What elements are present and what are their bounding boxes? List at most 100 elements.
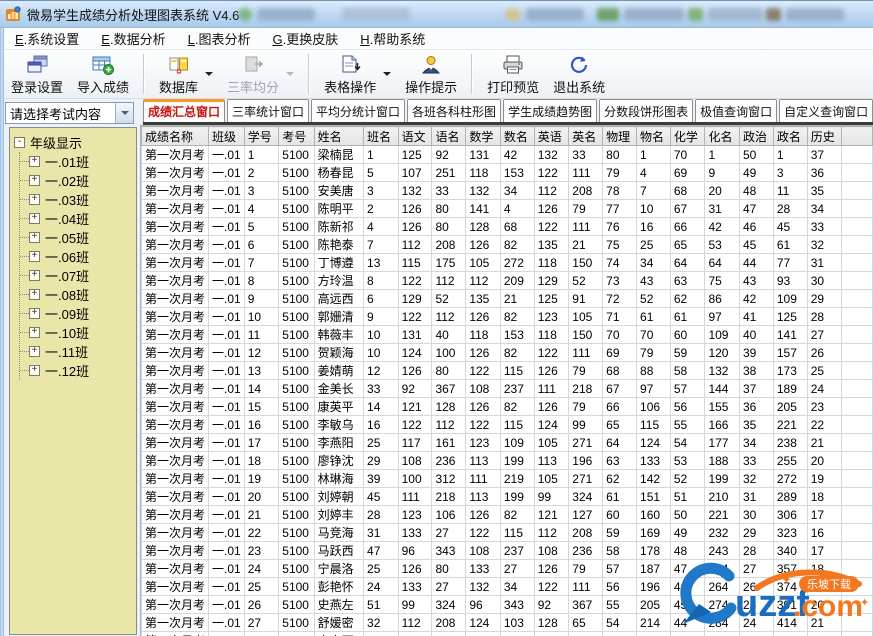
table-row[interactable]: 第一次月考一.0145100陈明平21268014141267977106731…: [142, 200, 873, 218]
table-row[interactable]: 第一次月考一.01255100彭艳怀2413327132341221115619…: [142, 578, 873, 596]
print-preview-button[interactable]: 打印预览: [481, 52, 545, 97]
column-header[interactable]: 语名: [432, 127, 466, 146]
column-header[interactable]: 数学: [466, 127, 501, 146]
tree-item-class[interactable]: + 一.12班: [20, 361, 134, 380]
chevron-down-icon[interactable]: [383, 72, 391, 80]
table-row[interactable]: 第一次月考一.01265100史燕左5199324963439236755205…: [142, 596, 873, 614]
tab[interactable]: 成绩汇总窗口: [143, 99, 225, 122]
expand-plus-icon[interactable]: +: [29, 308, 40, 319]
collapse-minus-icon[interactable]: -: [14, 137, 25, 148]
tab[interactable]: 三率统计窗口: [227, 99, 309, 122]
column-header[interactable]: 学号: [244, 127, 279, 146]
table-row[interactable]: 第一次月考一.01195100林琳海3910031211121910527162…: [142, 470, 873, 488]
table-row[interactable]: 第一次月考一.01135100姜婧萌1212680122115126796888…: [142, 362, 873, 380]
expand-plus-icon[interactable]: +: [29, 289, 40, 300]
tab[interactable]: 自定义查询窗口: [779, 99, 873, 122]
chevron-down-icon[interactable]: [205, 72, 213, 80]
tree-item-label[interactable]: 一.08班: [45, 285, 89, 304]
tree-item-label[interactable]: 一.12班: [45, 361, 89, 380]
column-header[interactable]: 物名: [637, 127, 671, 146]
expand-plus-icon[interactable]: +: [29, 175, 40, 186]
tree-item-class[interactable]: + 一.09班: [20, 304, 134, 323]
table-row[interactable]: 第一次月考一.0175100丁博遵13115175105272118150743…: [142, 254, 873, 272]
table-row[interactable]: 第一次月考一.01275100舒媛密3211220812410312865542…: [142, 614, 873, 632]
expand-plus-icon[interactable]: +: [29, 346, 40, 357]
table-row[interactable]: 第一次月考一.01145100金美长3392367108237111218679…: [142, 380, 873, 398]
table-row[interactable]: 第一次月考一.01125100贺颖海1012410012682122111697…: [142, 344, 873, 362]
tree-item-label[interactable]: 一.05班: [45, 228, 89, 247]
expand-plus-icon[interactable]: +: [29, 365, 40, 376]
tree-item-class[interactable]: + 一.06班: [20, 247, 134, 266]
column-header[interactable]: 化学: [670, 127, 705, 146]
expand-plus-icon[interactable]: +: [29, 156, 40, 167]
tree-item-label[interactable]: 一.09班: [45, 304, 89, 323]
tab[interactable]: 各班各科柱形图: [407, 99, 501, 122]
column-header[interactable]: 考号: [279, 127, 314, 146]
tree-root-label[interactable]: 年级显示: [30, 133, 82, 152]
table-row[interactable]: 第一次月考一.0125100杨春昆51072511181531221117946…: [142, 164, 873, 182]
menu-item[interactable]: L.图表分析: [177, 27, 262, 50]
column-header[interactable]: 语文: [398, 127, 432, 146]
table-row[interactable]: 第一次月考一.0135100安美唐31323313234112208787682…: [142, 182, 873, 200]
tree-item-label[interactable]: 一.03班: [45, 190, 89, 209]
expand-plus-icon[interactable]: +: [29, 327, 40, 338]
tree-item-label[interactable]: 一.06班: [45, 247, 89, 266]
tab[interactable]: 分数段饼形图表: [599, 99, 693, 122]
table-row[interactable]: 第一次月考一.01285100宁京石4310823613311511319653…: [142, 632, 873, 636]
table-row[interactable]: 第一次月考一.01215100刘婷丰2812310612682121127601…: [142, 506, 873, 524]
table-row[interactable]: 第一次月考一.01105100郭姗清9122112126821231057161…: [142, 308, 873, 326]
import-scores-button[interactable]: 导入成绩: [71, 52, 135, 97]
exit-system-button[interactable]: 退出系统: [547, 52, 611, 97]
expand-plus-icon[interactable]: +: [29, 194, 40, 205]
column-header[interactable]: 班名: [364, 127, 399, 146]
menu-item[interactable]: E.系统设置: [4, 27, 90, 50]
column-header[interactable]: 英名: [569, 127, 603, 146]
table-row[interactable]: 第一次月考一.01185100廖铮沈2910823611319911319663…: [142, 452, 873, 470]
column-header[interactable]: 英语: [534, 127, 569, 146]
operation-tips-button[interactable]: 操作提示: [399, 52, 463, 97]
column-header[interactable]: 政治: [740, 127, 774, 146]
column-header[interactable]: 历史: [807, 127, 842, 146]
tab[interactable]: 平均分统计窗口: [311, 99, 405, 122]
table-row[interactable]: 第一次月考一.01165100李敏乌1612211212211512499651…: [142, 416, 873, 434]
exam-select[interactable]: 请选择考试内容: [5, 102, 134, 124]
tree-item-class[interactable]: + 一.01班: [20, 152, 134, 171]
menu-item[interactable]: H.帮助系统: [349, 27, 436, 50]
table-row[interactable]: 第一次月考一.01205100刘婷朝4511121811319999324611…: [142, 488, 873, 506]
menu-item[interactable]: G.更换皮肤: [261, 27, 349, 50]
tree-item-class[interactable]: + 一.08班: [20, 285, 134, 304]
tree-item-label[interactable]: 一.02班: [45, 171, 89, 190]
tree-item-label[interactable]: 一.10班: [45, 323, 89, 342]
table-operations-button[interactable]: 表格操作: [318, 52, 397, 97]
tree-item-class[interactable]: + 一.07班: [20, 266, 134, 285]
table-row[interactable]: 第一次月考一.0155100陈新祁41268012868122111761666…: [142, 218, 873, 236]
table-row[interactable]: 第一次月考一.01235100马跃西4796343108237108236581…: [142, 542, 873, 560]
column-header[interactable]: [842, 127, 873, 146]
tree-item-class[interactable]: + 一.10班: [20, 323, 134, 342]
table-row[interactable]: 第一次月考一.01225100马竞海3113327122115112208591…: [142, 524, 873, 542]
expand-plus-icon[interactable]: +: [29, 213, 40, 224]
table-row[interactable]: 第一次月考一.0115100梁楠昆11259213142132338017015…: [142, 146, 873, 164]
tree-item-class[interactable]: + 一.05班: [20, 228, 134, 247]
menu-item[interactable]: E.数据分析: [90, 27, 176, 50]
tree-item-class[interactable]: + 一.02班: [20, 171, 134, 190]
tab[interactable]: 极值查询窗口: [695, 99, 777, 122]
table-row[interactable]: 第一次月考一.0165100陈艳泰71122081268213521752565…: [142, 236, 873, 254]
table-row[interactable]: 第一次月考一.0195100高远西61295213521125917252628…: [142, 290, 873, 308]
tree-item-class[interactable]: + 一.03班: [20, 190, 134, 209]
column-header[interactable]: 化名: [705, 127, 740, 146]
expand-plus-icon[interactable]: +: [29, 232, 40, 243]
tree-item-class[interactable]: + 一.04班: [20, 209, 134, 228]
expand-plus-icon[interactable]: +: [29, 270, 40, 281]
expand-plus-icon[interactable]: +: [29, 251, 40, 262]
table-row[interactable]: 第一次月考一.0185100方玲温81221121122091295273436…: [142, 272, 873, 290]
column-header[interactable]: 政名: [773, 127, 807, 146]
table-row[interactable]: 第一次月考一.01115100韩薇丰1013140118153118150707…: [142, 326, 873, 344]
column-header[interactable]: 姓名: [314, 127, 363, 146]
tree-item-label[interactable]: 一.11班: [45, 342, 88, 361]
column-header[interactable]: 成绩名称: [142, 127, 209, 146]
table-row[interactable]: 第一次月考一.01155100康英平1412112812682126796610…: [142, 398, 873, 416]
column-header[interactable]: 数名: [500, 127, 534, 146]
tree-root-grade[interactable]: - 年级显示: [14, 132, 134, 152]
tree-item-label[interactable]: 一.07班: [45, 266, 89, 285]
